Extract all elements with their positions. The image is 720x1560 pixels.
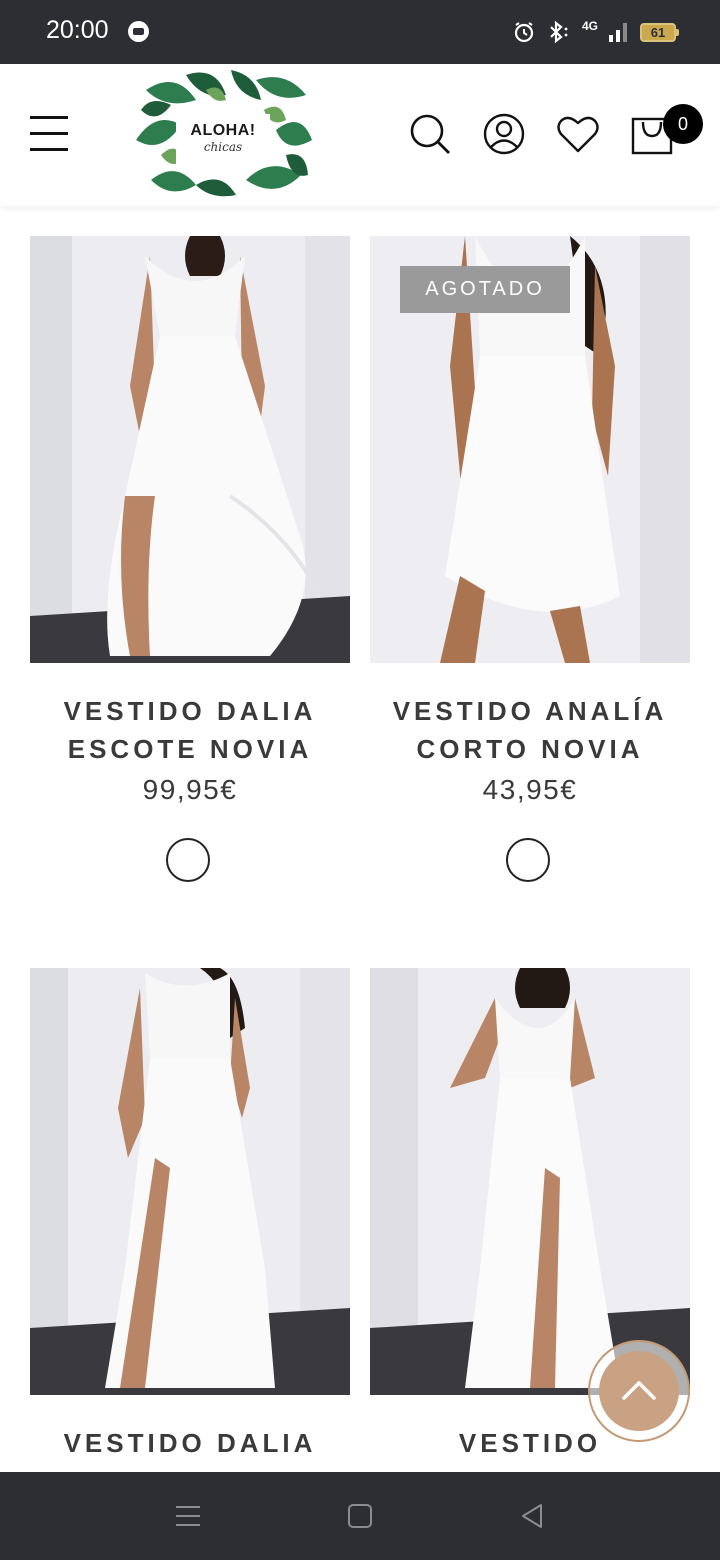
product-image[interactable] [370, 968, 690, 1395]
logo-subtitle: chicas [203, 140, 243, 154]
scroll-to-top-fill [599, 1351, 679, 1431]
logo-title: ALOHA! [190, 122, 256, 139]
product-price: 99,95€ [142, 774, 238, 805]
menu-icon[interactable] [30, 116, 68, 152]
site-header: ALOHA! chicas 0 [0, 64, 720, 206]
product-name-line1: VESTIDO ANALÍA [392, 696, 668, 726]
notification-icon [128, 21, 149, 42]
product-image[interactable] [30, 968, 350, 1395]
product-name-line2: CORTO NOVIA [416, 734, 644, 764]
account-icon[interactable] [482, 112, 526, 156]
product-name[interactable]: VESTIDO ANALÍA CORTO NOVIA [370, 692, 690, 768]
status-bar: 20:00 4G 61 [0, 0, 720, 64]
search-icon[interactable] [408, 112, 452, 156]
signal-icon [609, 23, 627, 42]
back-icon[interactable] [518, 1502, 546, 1530]
color-swatch[interactable] [506, 838, 550, 882]
cart-count-badge[interactable]: 0 [663, 104, 703, 144]
dress-photo [370, 968, 690, 1395]
product-image[interactable] [30, 236, 350, 663]
store-logo[interactable]: ALOHA! chicas [136, 70, 312, 200]
heart-icon[interactable] [556, 112, 600, 156]
dress-photo [30, 968, 350, 1395]
battery-icon: 61 [640, 22, 679, 42]
system-nav-bar [0, 1472, 720, 1560]
color-swatch[interactable] [166, 838, 210, 882]
status-icons: 4G 61 [512, 18, 679, 46]
alarm-icon [514, 22, 534, 43]
scroll-to-top-button[interactable] [588, 1340, 690, 1442]
logo-text-box: ALOHA! chicas [176, 114, 270, 166]
recents-icon[interactable] [174, 1502, 202, 1530]
dress-photo [30, 236, 350, 663]
product-name[interactable]: VESTIDO DALIA ESCOTE NOVIA [30, 692, 350, 768]
status-time: 20:00 [46, 16, 109, 44]
product-name-line1: VESTIDO DALIA [63, 696, 317, 726]
product-image[interactable]: AGOTADO [370, 236, 690, 663]
bluetooth-icon [550, 20, 568, 44]
product-name[interactable]: VESTIDO DALIA [30, 1424, 350, 1462]
product-name-line1: VESTIDO DALIA [63, 1428, 317, 1458]
product-name-line2: ESCOTE NOVIA [67, 734, 313, 764]
sold-out-badge: AGOTADO [400, 266, 570, 313]
home-icon[interactable] [346, 1502, 374, 1530]
product-price: 43,95€ [482, 774, 578, 805]
network-type: 4G [581, 19, 598, 33]
chevron-up-icon [622, 1381, 656, 1400]
